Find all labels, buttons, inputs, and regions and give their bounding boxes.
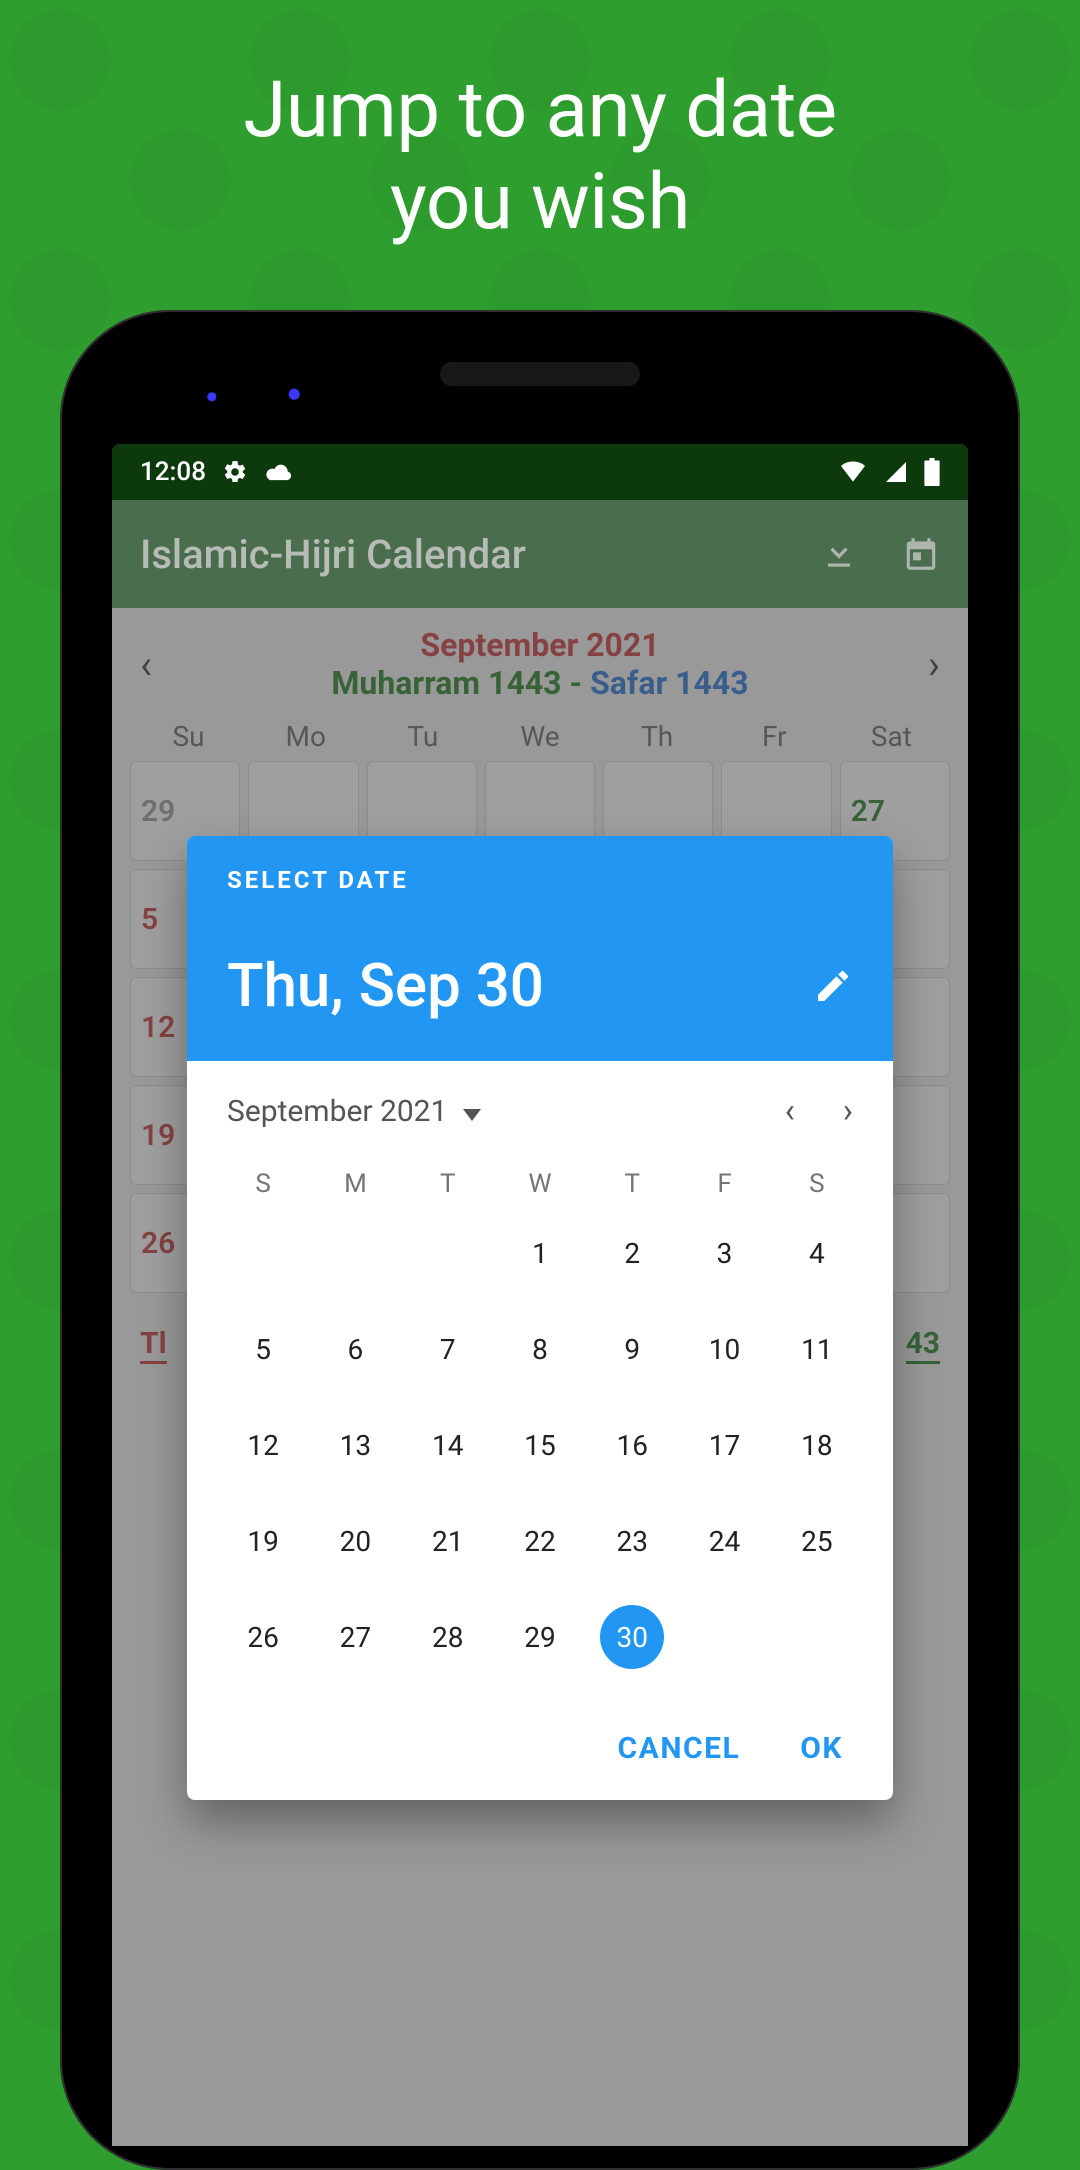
picker-day-cell[interactable]: 10 <box>678 1301 770 1397</box>
picker-day-cell[interactable]: 30 <box>586 1589 678 1685</box>
picker-day-cell <box>402 1205 494 1301</box>
phone-speaker <box>440 362 640 386</box>
calendar-icon[interactable] <box>902 535 940 573</box>
battery-icon <box>924 458 940 486</box>
picker-day-cell[interactable]: 27 <box>309 1589 401 1685</box>
phone-frame: 12:08 <box>60 310 1020 2170</box>
picker-dow-cell: W <box>494 1169 586 1199</box>
cloud-icon <box>264 461 294 483</box>
gear-icon <box>222 459 248 485</box>
picker-dow-cell: T <box>586 1169 678 1199</box>
picker-day-cell <box>771 1589 863 1685</box>
picker-day-cell[interactable]: 18 <box>771 1397 863 1493</box>
status-bar: 12:08 <box>112 444 968 500</box>
picker-day-cell[interactable]: 1 <box>494 1205 586 1301</box>
background-calendar: ‹ September 2021 Muharram 1443 - Safar 1… <box>112 608 968 2146</box>
app-title: Islamic-Hijri Calendar <box>140 531 526 578</box>
picker-day-cell[interactable]: 16 <box>586 1397 678 1493</box>
caret-down-icon <box>463 1094 481 1129</box>
picker-day-cell[interactable]: 19 <box>217 1493 309 1589</box>
selected-date-text: Thu, Sep 30 <box>227 950 544 1021</box>
promo-headline: Jump to any dateyou wish <box>0 65 1080 249</box>
picker-day-cell[interactable]: 13 <box>309 1397 401 1493</box>
download-icon[interactable] <box>820 535 858 573</box>
picker-day-cell[interactable]: 4 <box>771 1205 863 1301</box>
picker-day-cell[interactable]: 17 <box>678 1397 770 1493</box>
picker-day-cell[interactable]: 29 <box>494 1589 586 1685</box>
picker-day-cell[interactable]: 7 <box>402 1301 494 1397</box>
picker-day-cell[interactable]: 28 <box>402 1589 494 1685</box>
picker-day-cell[interactable]: 22 <box>494 1493 586 1589</box>
ok-button[interactable]: OK <box>800 1731 843 1766</box>
picker-day-cell[interactable]: 8 <box>494 1301 586 1397</box>
picker-day-cell[interactable]: 21 <box>402 1493 494 1589</box>
picker-day-cell <box>678 1589 770 1685</box>
picker-dow-cell: M <box>309 1169 401 1199</box>
screen: 12:08 <box>112 444 968 2146</box>
picker-day-cell[interactable]: 15 <box>494 1397 586 1493</box>
picker-day-cell[interactable]: 14 <box>402 1397 494 1493</box>
month-year-dropdown[interactable]: September 2021 <box>227 1094 481 1129</box>
phone-camera <box>284 384 318 418</box>
status-time: 12:08 <box>140 457 206 487</box>
picker-dow-cell: S <box>217 1169 309 1199</box>
picker-day-cell <box>217 1205 309 1301</box>
picker-day-cell[interactable]: 11 <box>771 1301 863 1397</box>
date-picker-label: SELECT DATE <box>227 866 853 894</box>
picker-day-cell[interactable]: 5 <box>217 1301 309 1397</box>
picker-day-cell[interactable]: 23 <box>586 1493 678 1589</box>
picker-day-cell[interactable]: 20 <box>309 1493 401 1589</box>
picker-dow-cell: T <box>402 1169 494 1199</box>
picker-day-cell[interactable]: 24 <box>678 1493 770 1589</box>
picker-day-cell[interactable]: 2 <box>586 1205 678 1301</box>
phone-inner: 12:08 <box>84 334 996 2146</box>
picker-day-cell[interactable]: 3 <box>678 1205 770 1301</box>
picker-prev-month[interactable]: ‹ <box>785 1091 795 1131</box>
picker-calendar-grid: 1234567891011121314151617181920212223242… <box>187 1205 893 1705</box>
picker-day-cell[interactable]: 12 <box>217 1397 309 1493</box>
date-picker-dialog: SELECT DATE Thu, Sep 30 September 2021 <box>187 836 893 1800</box>
picker-day-cell[interactable]: 6 <box>309 1301 401 1397</box>
picker-day-cell[interactable]: 26 <box>217 1589 309 1685</box>
picker-dow-cell: F <box>678 1169 770 1199</box>
picker-next-month[interactable]: › <box>843 1091 853 1131</box>
wifi-icon <box>838 460 868 484</box>
signal-icon <box>884 460 908 484</box>
picker-day-cell <box>309 1205 401 1301</box>
edit-icon[interactable] <box>813 966 853 1006</box>
picker-day-cell[interactable]: 9 <box>586 1301 678 1397</box>
phone-camera <box>204 389 230 415</box>
picker-dow-cell: S <box>771 1169 863 1199</box>
app-bar: Islamic-Hijri Calendar <box>112 500 968 608</box>
date-picker-header: SELECT DATE Thu, Sep 30 <box>187 836 893 1061</box>
picker-day-cell[interactable]: 25 <box>771 1493 863 1589</box>
picker-day-of-week-row: SMTWTFS <box>187 1141 893 1205</box>
cancel-button[interactable]: CANCEL <box>618 1731 741 1766</box>
